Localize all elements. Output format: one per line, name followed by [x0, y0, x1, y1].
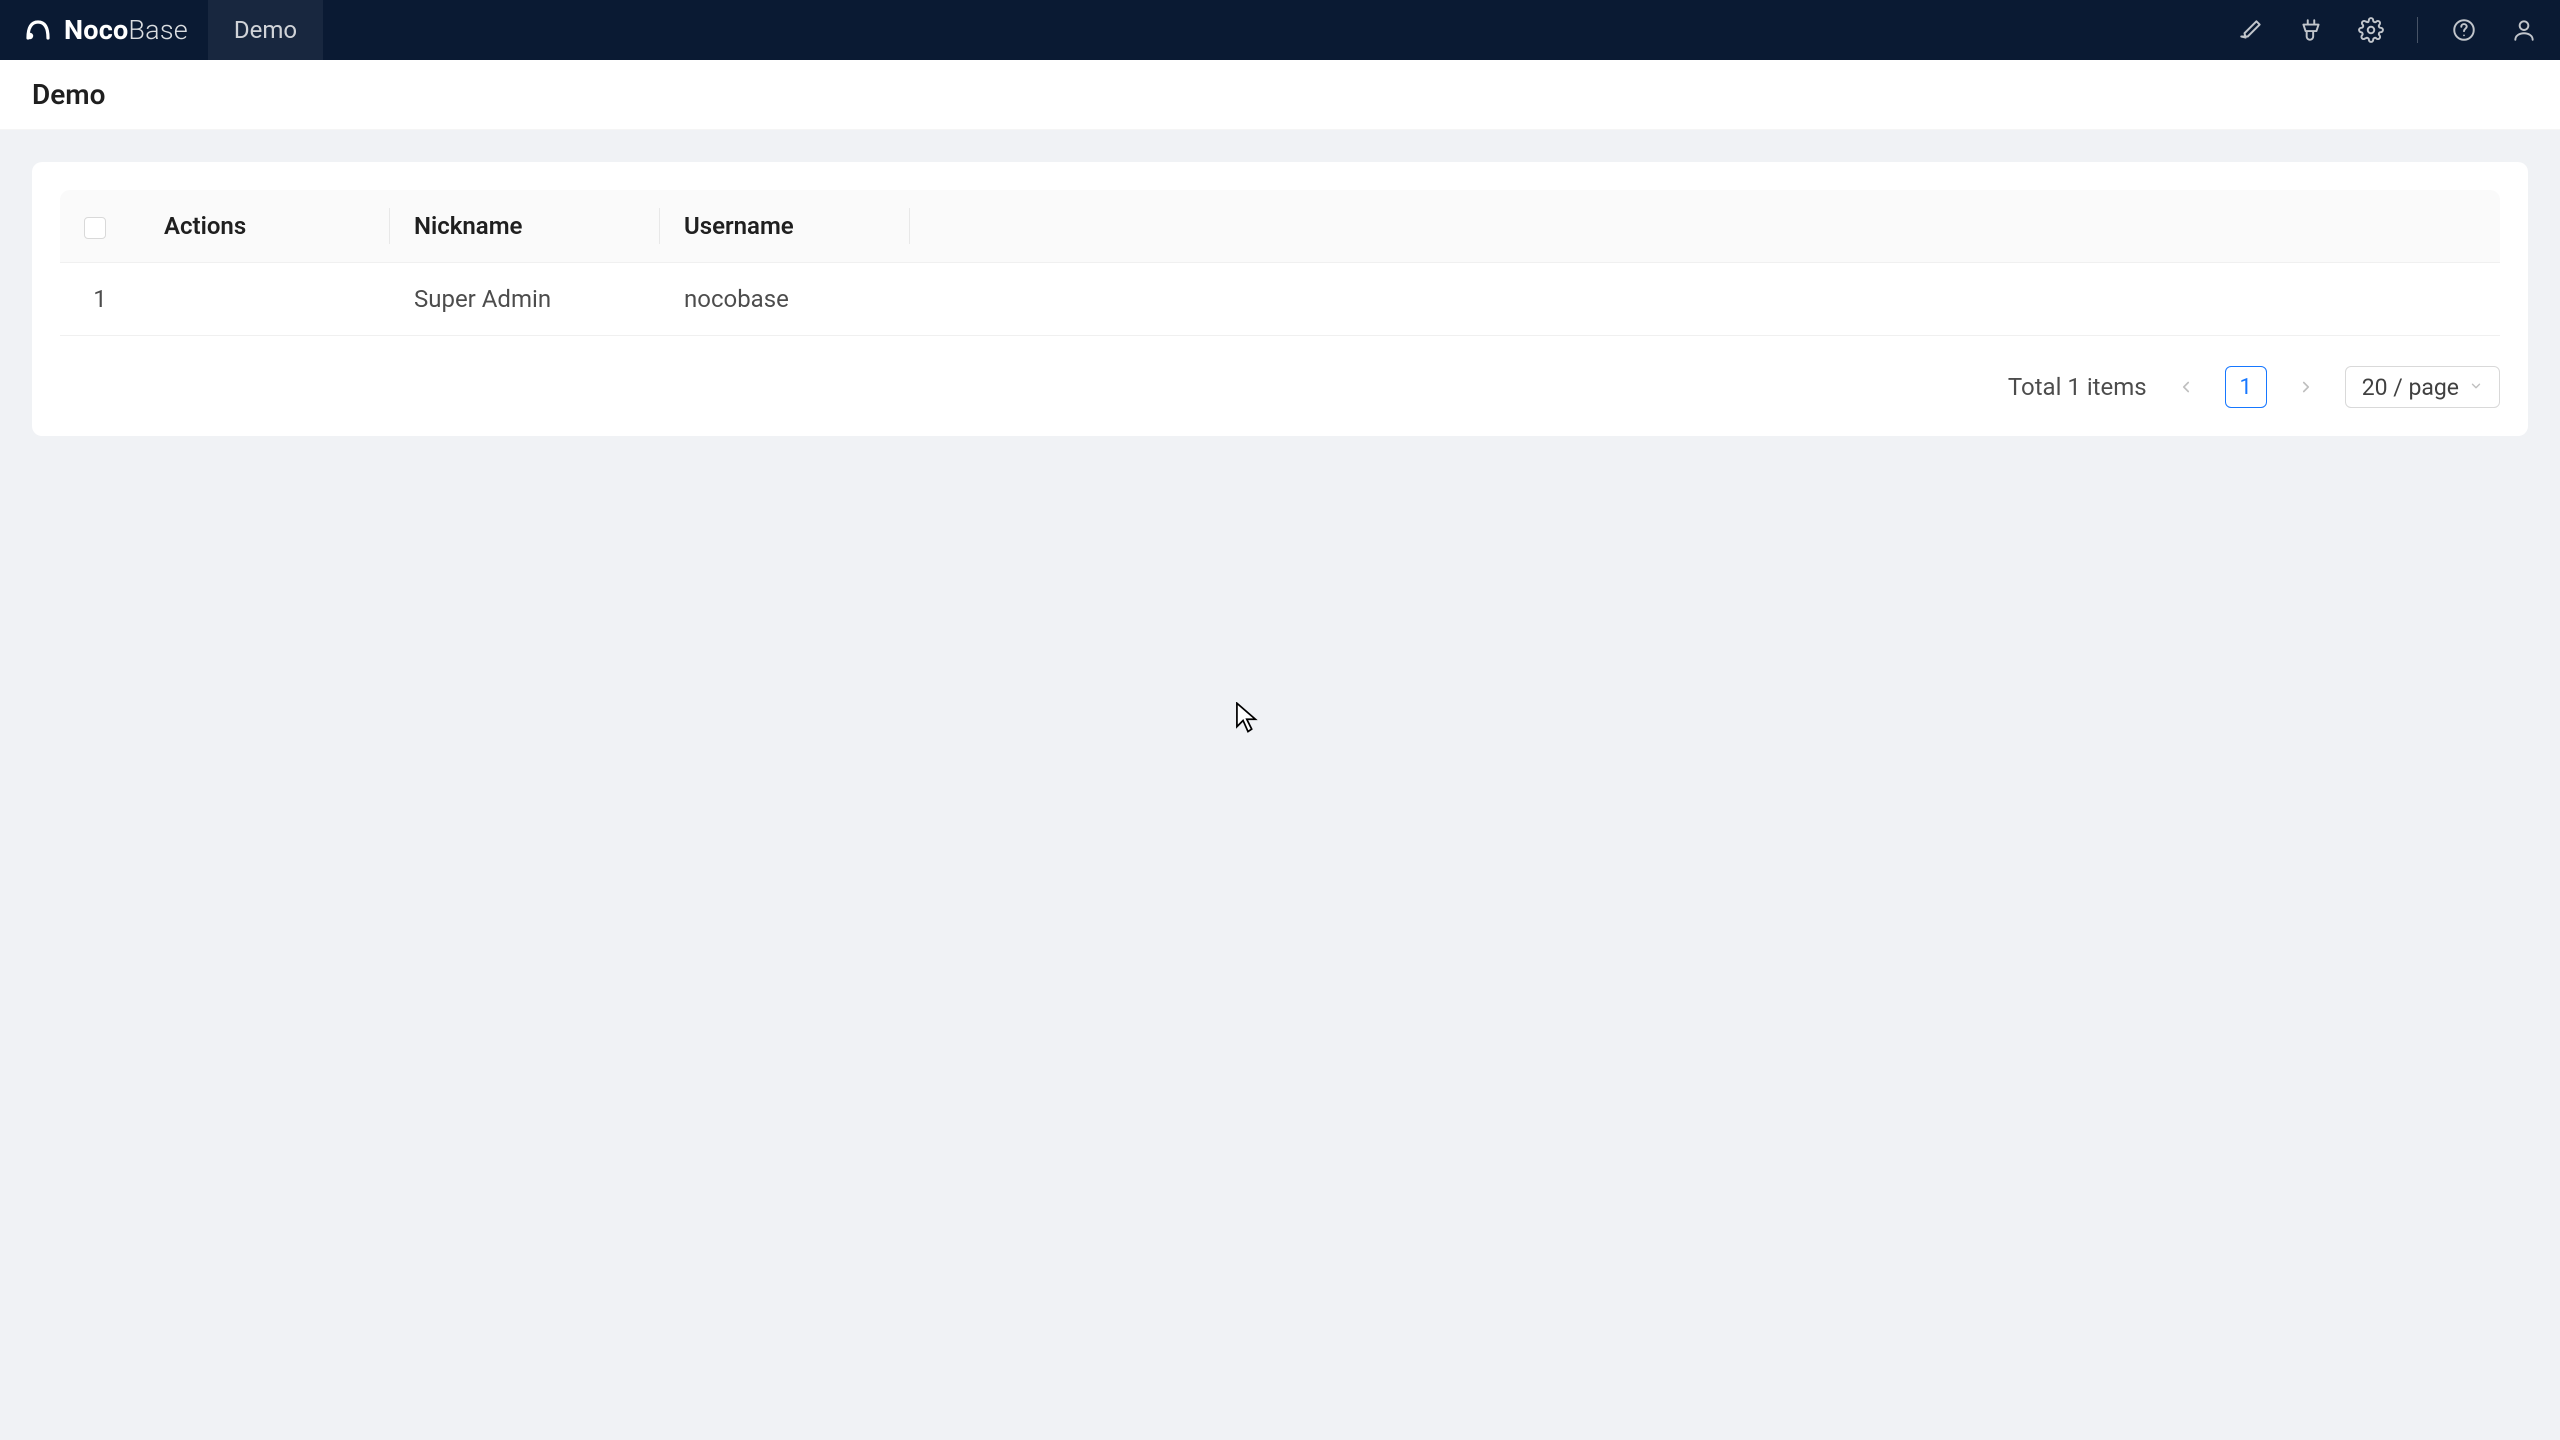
page-title: Demo — [32, 78, 105, 111]
table-header-row: Actions Nickname Username — [60, 190, 2500, 263]
nav-tab-demo[interactable]: Demo — [208, 0, 323, 60]
nav-divider — [2417, 17, 2418, 43]
col-nickname-header[interactable]: Nickname — [390, 190, 660, 263]
brand-name-light: Base — [128, 14, 187, 46]
page-prev-button[interactable] — [2165, 366, 2207, 408]
pagination-total: Total 1 items — [2008, 373, 2147, 401]
plugin-icon[interactable] — [2297, 16, 2325, 44]
row-username: nocobase — [660, 263, 910, 336]
page-next-button[interactable] — [2285, 366, 2327, 408]
user-icon[interactable] — [2510, 16, 2538, 44]
col-actions-header[interactable]: Actions — [140, 190, 390, 263]
col-filler — [910, 190, 2500, 263]
col-username-header[interactable]: Username — [660, 190, 910, 263]
brand[interactable]: NocoBase — [22, 14, 188, 46]
page-size-select[interactable]: 20 / page — [2345, 366, 2500, 408]
col-checkbox — [60, 190, 140, 263]
nav-tabs: Demo — [208, 0, 323, 60]
brand-name-bold: Noco — [64, 14, 128, 46]
pagination: Total 1 items 1 20 / page — [60, 366, 2500, 408]
row-actions — [140, 263, 390, 336]
mouse-cursor-icon — [1235, 702, 1261, 734]
page-header: Demo — [0, 60, 2560, 130]
data-table: Actions Nickname Username 1 Super Admin … — [60, 190, 2500, 336]
table-row[interactable]: 1 Super Admin nocobase — [60, 263, 2500, 336]
top-navbar: NocoBase Demo — [0, 0, 2560, 60]
content-area: Actions Nickname Username 1 Super Admin … — [0, 130, 2560, 468]
page-size-label: 20 / page — [2362, 374, 2459, 401]
row-nickname: Super Admin — [390, 263, 660, 336]
row-filler — [910, 263, 2500, 336]
help-icon[interactable] — [2450, 16, 2478, 44]
table-card: Actions Nickname Username 1 Super Admin … — [32, 162, 2528, 436]
chevron-down-icon — [2469, 378, 2483, 397]
settings-icon[interactable] — [2357, 16, 2385, 44]
select-all-checkbox[interactable] — [84, 217, 106, 239]
page-number-current[interactable]: 1 — [2225, 366, 2267, 408]
row-index: 1 — [60, 263, 140, 336]
edit-icon[interactable] — [2237, 16, 2265, 44]
brand-logo-icon — [22, 14, 54, 46]
